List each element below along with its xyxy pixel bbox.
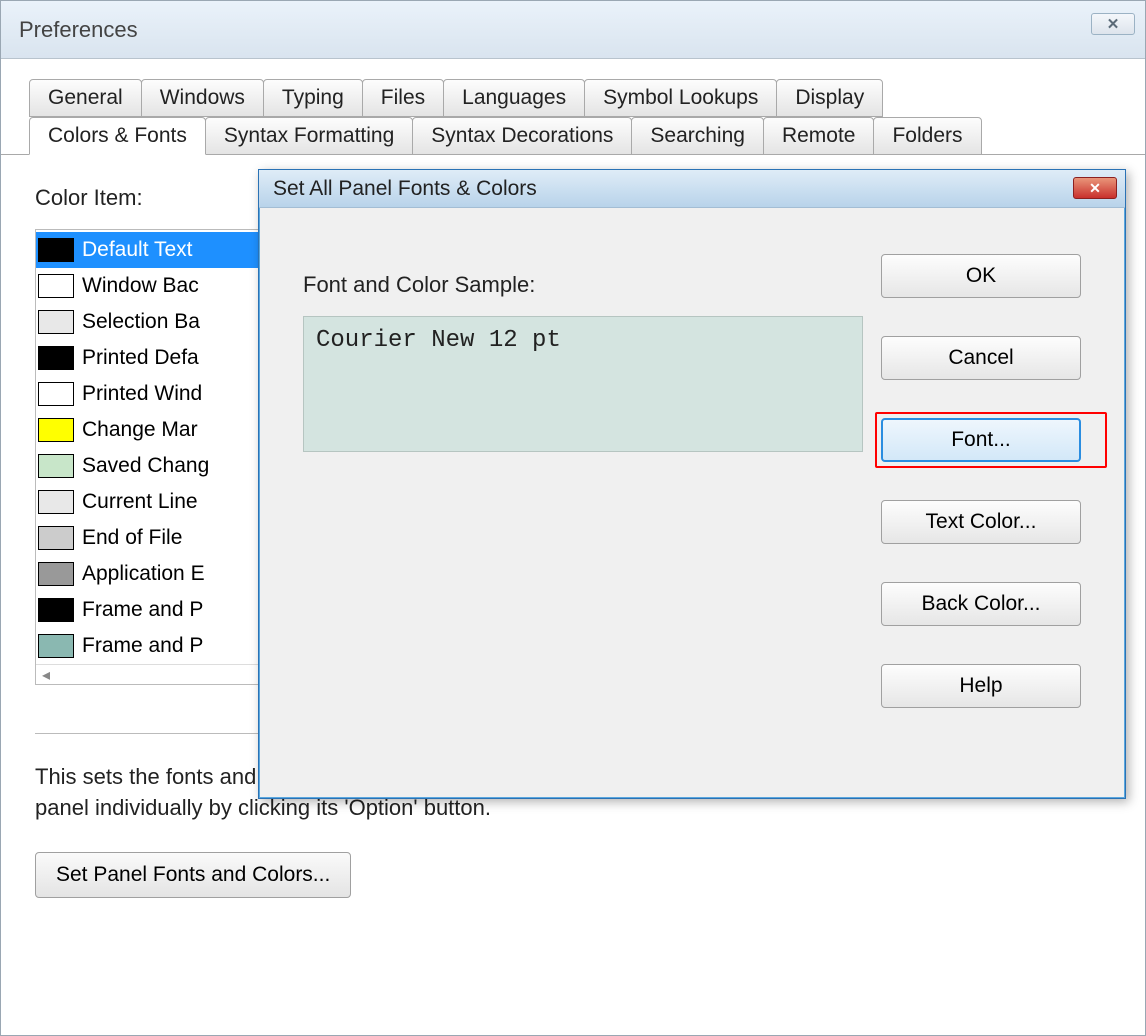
tab-languages[interactable]: Languages <box>443 79 585 117</box>
color-list-item[interactable]: Default Text <box>36 232 274 268</box>
tab-label: Typing <box>282 86 344 110</box>
highlight-box: Font... <box>875 412 1107 468</box>
close-icon: ✕ <box>1089 180 1101 197</box>
color-item-label-text: Default Text <box>82 238 193 262</box>
tab-label: Remote <box>782 124 856 148</box>
color-item-label-text: Frame and P <box>82 634 203 658</box>
tab-row-1: General Windows Typing Files Languages S… <box>1 79 1145 117</box>
color-item-list[interactable]: Default Text Window Bac Selection Ba Printe… <box>35 229 275 685</box>
color-swatch <box>38 274 74 298</box>
cancel-button[interactable]: Cancel <box>881 336 1081 380</box>
preferences-close-button[interactable]: ✕ <box>1091 13 1135 35</box>
preferences-titlebar: Preferences ✕ <box>1 1 1145 59</box>
tab-label: Syntax Decorations <box>431 124 613 148</box>
color-list-item[interactable]: Application E <box>36 556 274 592</box>
color-swatch <box>38 310 74 334</box>
tab-label: General <box>48 86 123 110</box>
tab-label: Files <box>381 86 425 110</box>
color-list-item[interactable]: Change Mar <box>36 412 274 448</box>
font-color-sample: Courier New 12 pt <box>303 316 863 452</box>
font-button[interactable]: Font... <box>881 418 1081 462</box>
color-item-label-text: Change Mar <box>82 418 198 442</box>
button-label: OK <box>966 264 996 288</box>
color-swatch <box>38 382 74 406</box>
tab-row-2: Colors & Fonts Syntax Formatting Syntax … <box>1 117 1145 155</box>
color-list-item[interactable]: Printed Wind <box>36 376 274 412</box>
tab-label: Languages <box>462 86 566 110</box>
tab-windows[interactable]: Windows <box>141 79 264 117</box>
tab-typing[interactable]: Typing <box>263 79 363 117</box>
tab-colors-fonts[interactable]: Colors & Fonts <box>29 117 206 155</box>
color-item-label-text: Printed Defa <box>82 346 199 370</box>
sample-text: Courier New 12 pt <box>316 327 561 354</box>
scroll-left-arrow[interactable]: ◂ <box>36 664 274 684</box>
color-item-label-text: Current Line <box>82 490 198 514</box>
tab-label: Symbol Lookups <box>603 86 758 110</box>
tab-display[interactable]: Display <box>776 79 883 117</box>
button-label: Back Color... <box>921 592 1040 616</box>
color-list-item[interactable]: Window Bac <box>36 268 274 304</box>
tab-remote[interactable]: Remote <box>763 117 875 155</box>
tab-searching[interactable]: Searching <box>631 117 764 155</box>
color-item-label-text: Frame and P <box>82 598 203 622</box>
button-label: Set Panel Fonts and Colors... <box>56 863 330 886</box>
color-list-item[interactable]: Frame and P <box>36 628 274 664</box>
color-item-label-text: Saved Chang <box>82 454 209 478</box>
color-swatch <box>38 634 74 658</box>
tab-syntax-formatting[interactable]: Syntax Formatting <box>205 117 413 155</box>
button-label: Text Color... <box>926 510 1037 534</box>
tab-files[interactable]: Files <box>362 79 444 117</box>
tab-label: Display <box>795 86 864 110</box>
tab-symbol-lookups[interactable]: Symbol Lookups <box>584 79 777 117</box>
close-icon: ✕ <box>1107 15 1120 33</box>
tab-label: Syntax Formatting <box>224 124 394 148</box>
set-all-panel-fonts-dialog: Set All Panel Fonts & Colors ✕ Font and … <box>258 169 1126 799</box>
button-label: Font... <box>951 428 1011 452</box>
tab-label: Colors & Fonts <box>48 124 187 148</box>
tab-label: Windows <box>160 86 245 110</box>
tab-folders[interactable]: Folders <box>873 117 981 155</box>
tab-label: Searching <box>650 124 745 148</box>
ok-button[interactable]: OK <box>881 254 1081 298</box>
color-item-label-text: Selection Ba <box>82 310 200 334</box>
dialog-body: Font and Color Sample: Courier New 12 pt… <box>259 208 1125 798</box>
color-list-item[interactable]: Saved Chang <box>36 448 274 484</box>
sample-label: Font and Color Sample: <box>303 272 881 298</box>
color-swatch <box>38 454 74 478</box>
button-label: Cancel <box>948 346 1013 370</box>
help-button[interactable]: Help <box>881 664 1081 708</box>
color-list-item[interactable]: Selection Ba <box>36 304 274 340</box>
text-color-button[interactable]: Text Color... <box>881 500 1081 544</box>
color-swatch <box>38 238 74 262</box>
color-swatch <box>38 490 74 514</box>
color-list-item[interactable]: Printed Defa <box>36 340 274 376</box>
color-item-label-text: Window Bac <box>82 274 199 298</box>
dialog-button-column: OK Cancel Font... Text Color... Back Col… <box>881 248 1101 774</box>
color-list-item[interactable]: Current Line <box>36 484 274 520</box>
back-color-button[interactable]: Back Color... <box>881 582 1081 626</box>
color-item-label-text: End of File <box>82 526 182 550</box>
color-item-label-text: Application E <box>82 562 205 586</box>
color-swatch <box>38 418 74 442</box>
set-panel-fonts-button[interactable]: Set Panel Fonts and Colors... <box>35 852 351 898</box>
tab-general[interactable]: General <box>29 79 142 117</box>
color-swatch <box>38 562 74 586</box>
tab-syntax-decorations[interactable]: Syntax Decorations <box>412 117 632 155</box>
dialog-close-button[interactable]: ✕ <box>1073 177 1117 199</box>
color-swatch <box>38 598 74 622</box>
color-swatch <box>38 346 74 370</box>
tab-label: Folders <box>892 124 962 148</box>
dialog-title: Set All Panel Fonts & Colors <box>273 177 537 201</box>
button-label: Help <box>959 674 1002 698</box>
dialog-titlebar: Set All Panel Fonts & Colors ✕ <box>259 170 1125 208</box>
color-swatch <box>38 526 74 550</box>
color-item-label-text: Printed Wind <box>82 382 202 406</box>
color-list-item[interactable]: End of File <box>36 520 274 556</box>
preferences-title: Preferences <box>19 17 138 43</box>
color-list-item[interactable]: Frame and P <box>36 592 274 628</box>
dialog-left-pane: Font and Color Sample: Courier New 12 pt <box>303 248 881 774</box>
